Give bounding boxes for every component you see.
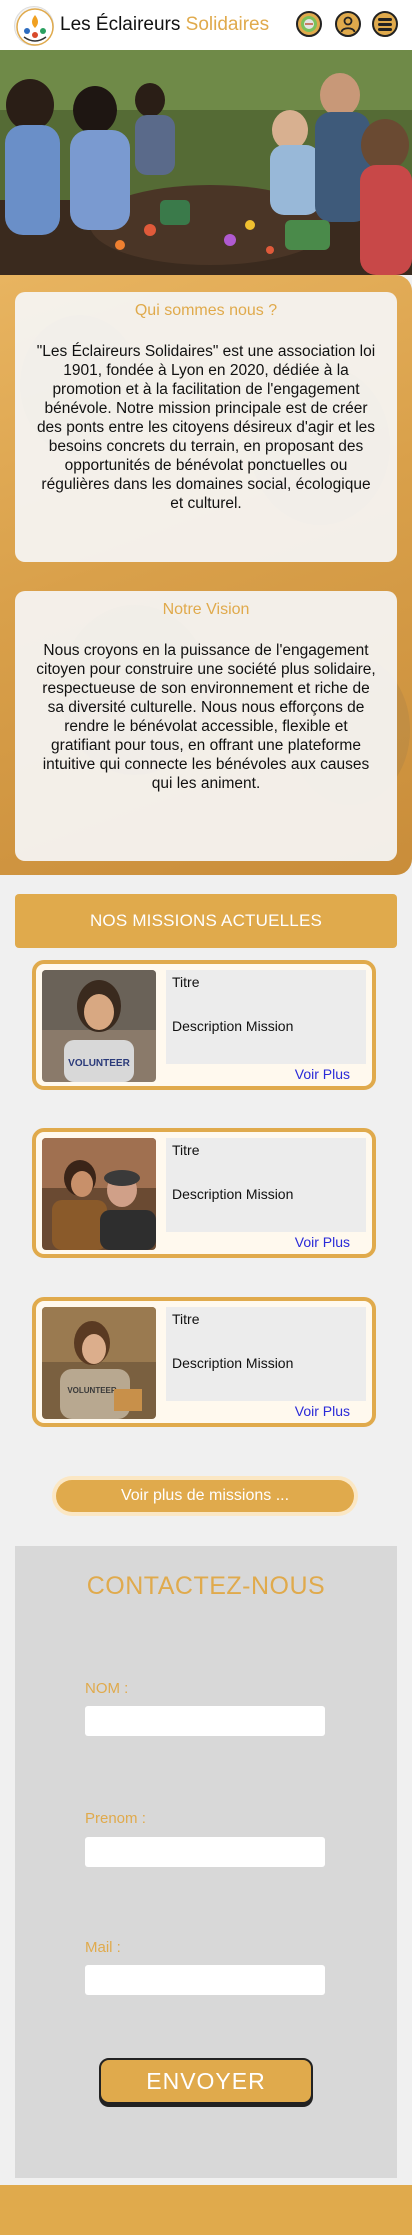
contact-section: CONTACTEZ-NOUS NOM : Prenom : Mail : ENV… — [15, 1546, 397, 2178]
mission-card[interactable]: Titre Description Mission Voir Plus — [32, 1128, 376, 1258]
mission-card[interactable]: VOLUNTEER Titre Description Mission Voir… — [32, 960, 376, 1090]
brand-part-1: Les Éclaireurs — [60, 14, 181, 35]
mission-title: Titre — [172, 1311, 200, 1327]
firstname-label: Prenom : — [85, 1810, 146, 1827]
vision-title: Notre Vision — [162, 601, 250, 618]
missions-heading: NOS MISSIONS ACTUELLES — [15, 894, 397, 948]
brand-part-2: Solidaires — [185, 14, 270, 35]
site-footer — [0, 2185, 412, 2235]
vision-text: Nous croyons en la puissance de l'engage… — [36, 642, 376, 792]
about-text: "Les Éclaireurs Solidaires" est une asso… — [36, 343, 376, 512]
site-header: Les Éclaireurs Solidaires — [0, 0, 412, 50]
mission-see-more-link[interactable]: Voir Plus — [295, 1403, 350, 1419]
mission-description: Description Mission — [172, 1018, 294, 1034]
name-label: NOM : — [85, 1680, 129, 1697]
mission-photo: VOLUNTEER — [42, 1307, 156, 1419]
firstname-field[interactable] — [85, 1837, 325, 1867]
about-card: Qui sommes nous ? "Les Éclaireurs Solida… — [15, 292, 397, 562]
email-field[interactable] — [85, 1965, 325, 1995]
mission-title: Titre — [172, 1142, 200, 1158]
mission-see-more-link[interactable]: Voir Plus — [295, 1234, 350, 1250]
logo-icon[interactable] — [14, 6, 54, 46]
brand-name[interactable]: Les Éclaireurs Solidaires — [60, 14, 269, 36]
more-missions-button[interactable]: Voir plus de missions ... — [56, 1480, 354, 1512]
menu-icon[interactable] — [372, 11, 398, 37]
mission-card[interactable]: VOLUNTEER Titre Description Mission Voir… — [32, 1297, 376, 1427]
mission-description: Description Mission — [172, 1186, 294, 1202]
mission-description: Description Mission — [172, 1355, 294, 1371]
mission-title: Titre — [172, 974, 200, 990]
hero-image — [0, 50, 412, 275]
language-icon[interactable] — [296, 11, 322, 37]
send-button[interactable]: ENVOYER — [99, 2058, 313, 2104]
name-field[interactable] — [85, 1706, 325, 1736]
mission-see-more-link[interactable]: Voir Plus — [295, 1066, 350, 1082]
about-title: Qui sommes nous ? — [134, 302, 278, 319]
contact-title: CONTACTEZ-NOUS — [86, 1572, 326, 1600]
mission-photo: VOLUNTEER — [42, 970, 156, 1082]
shirt-text: VOLUNTEER — [68, 1058, 130, 1069]
mission-photo — [42, 1138, 156, 1250]
email-label: Mail : — [85, 1939, 121, 1956]
vision-card: Notre Vision Nous croyons en la puissanc… — [15, 591, 397, 861]
shirt-text: VOLUNTEER — [67, 1386, 117, 1395]
user-icon[interactable] — [335, 11, 361, 37]
